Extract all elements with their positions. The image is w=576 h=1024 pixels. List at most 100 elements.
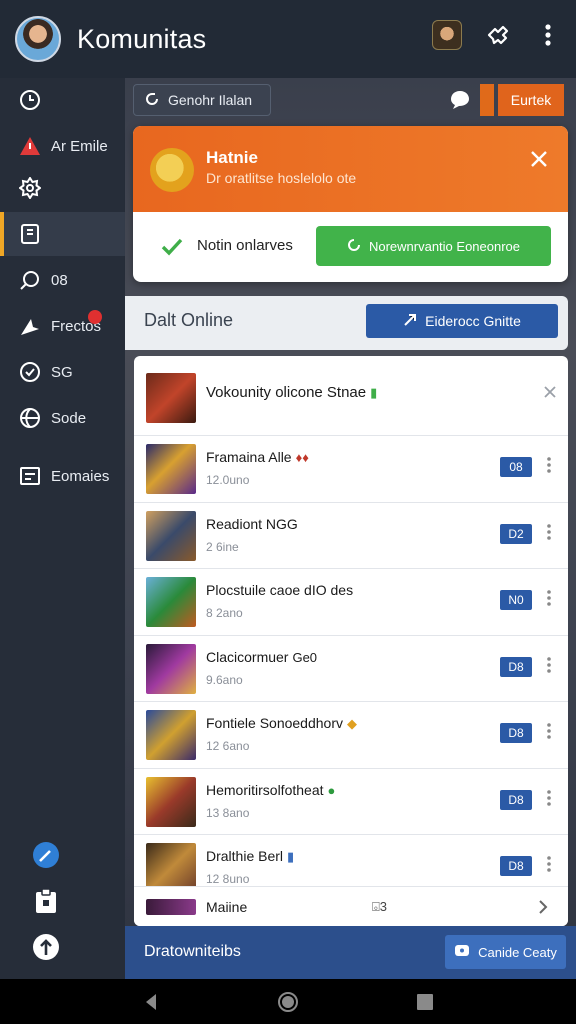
notification-body: Notin onlarves Norewnrvantio Eoneonroe — [133, 212, 568, 282]
list-item-badge[interactable]: N0 — [500, 590, 532, 610]
online-button-label: Eiderocc Gnitte — [425, 313, 521, 329]
list-item[interactable]: Plocstuile caoe dIO des 8 2ano N0 — [134, 569, 568, 636]
list-item-meta: 8 2ano — [206, 606, 243, 620]
orange-tab — [480, 84, 494, 116]
list-item[interactable]: Framaina Alle ♦♦ 12.0uno 08 — [134, 436, 568, 503]
sidebar-item-send[interactable]: Frectos — [0, 304, 125, 348]
sidebar-item-list[interactable]: Eomaies — [0, 454, 125, 498]
more-vert-icon[interactable] — [544, 588, 554, 608]
notification-action-label: Norewnrvantio Eoneonroe — [368, 238, 521, 254]
list-item-mark: ● — [327, 782, 336, 798]
sidebar-item-clock[interactable] — [0, 78, 125, 122]
notification-card: Hatnie Dr oratlitse hoslelolo ote Notin … — [133, 126, 568, 282]
list-item-meta: 12 6ano — [206, 739, 250, 753]
sidebar-item-status[interactable]: SG — [0, 350, 125, 394]
sidebar-item-label: Eomaies — [51, 467, 110, 485]
online-bar: Dalt Online Eiderocc Gnitte — [125, 296, 568, 350]
notification-action-button[interactable]: Norewnrvantio Eoneonroe — [316, 226, 551, 266]
pin-icon — [403, 313, 417, 330]
list-item-meta: 12 8uno — [206, 872, 250, 886]
sidebar-item-alert[interactable]: Ar Emile — [0, 124, 125, 168]
sidebar-item-settings[interactable] — [0, 166, 125, 210]
document-icon — [17, 221, 43, 247]
list-item[interactable]: Clacicormuer Ge0 9.6ano D8 — [134, 636, 568, 702]
online-button[interactable]: Eiderocc Gnitte — [366, 304, 558, 338]
list-item-title: Hemoritirsolfotheat ● — [206, 781, 336, 798]
clipboard-icon[interactable] — [30, 885, 62, 917]
community-list: Vokounity olicone Stnae ▮ Framaina Alle ♦♦… — [134, 356, 568, 926]
more-vert-icon[interactable] — [534, 21, 562, 49]
upload-icon[interactable] — [30, 931, 62, 963]
list-item-title: Dralthie Berl ▮ — [206, 848, 295, 864]
more-vert-icon[interactable] — [544, 854, 554, 874]
banner-text: Dratowniteibs — [144, 943, 241, 960]
list-item-mark: ♦♦ — [295, 450, 309, 465]
list-item-badge[interactable]: 08 — [500, 457, 532, 477]
list-item-title: Plocstuile caoe dIO des — [206, 582, 354, 598]
close-icon[interactable] — [528, 148, 550, 170]
more-vert-icon[interactable] — [544, 455, 554, 475]
settings-icon — [17, 175, 43, 201]
list-item-badge[interactable]: D8 — [500, 656, 532, 677]
message-icon — [454, 943, 470, 962]
refresh-icon — [347, 238, 361, 255]
top-cta-button[interactable]: Eurtek — [498, 84, 564, 116]
back-icon[interactable] — [140, 991, 162, 1013]
filter-chip[interactable]: Genohr Ilalan — [133, 84, 271, 116]
sidebar-item-globe[interactable]: Sode — [0, 396, 125, 440]
globe-icon — [17, 405, 43, 431]
list-item-mark: ◆ — [347, 716, 357, 731]
list-item-meta: 9.6ano — [206, 672, 243, 687]
list-item-badge[interactable]: D8 — [500, 789, 532, 810]
list-item[interactable]: Fontiele Sonoeddhorv ◆ 12 6ano D8 — [134, 702, 568, 769]
list-item-meta: 2 6ine — [206, 539, 239, 554]
user-avatar[interactable] — [15, 16, 61, 62]
list-header[interactable]: Vokounity olicone Stnae ▮ — [134, 356, 568, 436]
refresh-icon — [144, 91, 160, 110]
sidebar-item-search[interactable]: 08 — [0, 258, 125, 302]
sidebar: Ar Emile 08 Frectos SG Sode Eomaies — [0, 78, 125, 979]
game-thumbnail — [146, 510, 196, 561]
check-icon — [159, 234, 185, 260]
more-vert-icon[interactable] — [544, 788, 554, 808]
list-footer-label: Maiine — [206, 899, 248, 915]
edit-icon[interactable] — [30, 839, 62, 871]
chat-icon[interactable] — [448, 88, 472, 112]
notification-title: Hatnie — [206, 148, 258, 167]
list-item-mark: ▮ — [287, 849, 295, 864]
list-item-title: Clacicormuer Ge0 — [206, 648, 318, 665]
send-icon — [17, 313, 43, 339]
list-icon — [17, 463, 43, 489]
alert-icon — [17, 133, 43, 159]
game-thumbnail — [146, 577, 196, 627]
close-icon[interactable] — [542, 384, 558, 400]
game-thumbnail — [146, 899, 196, 915]
sidebar-item-documents[interactable] — [0, 212, 125, 256]
notification-badge — [88, 310, 102, 324]
list-item-title: Fontiele Sonoeddhorv ◆ — [206, 715, 357, 731]
home-icon[interactable] — [277, 991, 299, 1013]
list-item-badge[interactable]: D8 — [500, 856, 532, 876]
more-vert-icon[interactable] — [544, 721, 554, 741]
list-item-badge[interactable]: D2 — [500, 523, 532, 544]
list-footer[interactable]: Maiine ⌻3 — [134, 886, 568, 926]
profile-avatar-icon[interactable] — [432, 20, 462, 50]
recents-icon[interactable] — [414, 991, 436, 1013]
list-item[interactable]: Hemoritirsolfotheat ● 13 8ano D8 — [134, 769, 568, 835]
sidebar-item-label: 08 — [51, 271, 68, 289]
list-item[interactable]: Readiont NGG 2 6ine D2 — [134, 503, 568, 569]
list-item-mark: Ge0 — [292, 649, 318, 665]
game-thumbnail — [146, 444, 196, 494]
banner-button[interactable]: Canide Ceaty — [445, 935, 566, 969]
share-icon[interactable] — [484, 21, 512, 49]
game-logo-icon — [150, 148, 194, 192]
list-item-badge[interactable]: D8 — [500, 723, 532, 743]
status-icon — [17, 359, 43, 385]
notification-status: Notin onlarves — [197, 237, 293, 254]
clock-icon — [17, 87, 43, 113]
more-vert-icon[interactable] — [544, 655, 554, 675]
chevron-right-icon[interactable] — [536, 899, 550, 915]
list-item-meta: 12.0uno — [206, 473, 250, 487]
more-vert-icon[interactable] — [544, 522, 554, 542]
banner-button-label: Canide Ceaty — [478, 944, 557, 960]
